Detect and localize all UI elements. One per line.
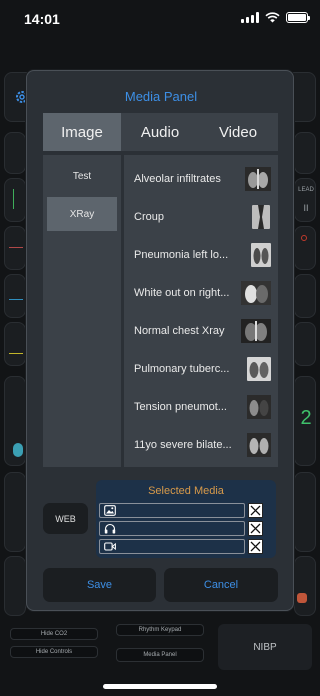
list-item[interactable]: Pulmonary tuberc... <box>124 350 278 388</box>
bg-tile <box>294 322 316 366</box>
close-icon <box>250 523 261 534</box>
list-item[interactable]: White out on right... <box>124 274 278 312</box>
clear-image-button[interactable] <box>248 503 263 518</box>
selected-video-field[interactable] <box>99 539 245 554</box>
close-icon <box>250 541 261 552</box>
home-indicator <box>103 684 217 689</box>
headphones-icon <box>104 523 116 534</box>
bg-tile <box>294 132 316 174</box>
clear-video-button[interactable] <box>248 539 263 554</box>
bg-value: 2 <box>300 407 312 429</box>
bg-tile <box>4 322 26 366</box>
category-list: Test XRay <box>43 155 121 467</box>
rhythm-keypad-button[interactable]: Rhythm Keypad <box>116 624 204 636</box>
chest-xray-thumbnail <box>247 433 271 457</box>
chest-xray-thumbnail <box>241 319 271 343</box>
selected-media-box: Selected Media <box>96 480 276 558</box>
wifi-icon <box>265 12 280 23</box>
list-item[interactable]: Croup <box>124 198 278 236</box>
cancel-button[interactable]: Cancel <box>164 568 278 602</box>
media-item-list: Alveolar infiltrates Croup Pneumonia lef… <box>124 155 278 467</box>
category-xray[interactable]: XRay <box>47 197 117 231</box>
status-bar: 14:01 <box>0 0 320 40</box>
item-label: 11yo severe bilate... <box>134 439 232 451</box>
neck-xray-thumbnail <box>252 205 270 229</box>
bg-tile <box>4 556 26 616</box>
bg-value-tile: 2 <box>294 376 316 466</box>
status-time: 14:01 <box>24 11 60 27</box>
nibp-button[interactable]: NIBP <box>218 624 312 670</box>
chest-xray-thumbnail <box>247 357 271 381</box>
tab-audio[interactable]: Audio <box>121 113 199 151</box>
list-item[interactable]: 11yo severe bilate... <box>124 426 278 464</box>
bg-lead-value: II <box>303 203 309 213</box>
item-label: White out on right... <box>134 287 230 299</box>
list-item[interactable]: Normal chest Xray <box>124 312 278 350</box>
item-label: Pulmonary tuberc... <box>134 363 230 375</box>
tab-video[interactable]: Video <box>199 113 277 151</box>
item-label: Pneumonia left lo... <box>134 249 229 261</box>
item-label: Croup <box>134 211 164 223</box>
signal-icon <box>241 12 259 23</box>
media-panel-button[interactable]: Media Panel <box>116 648 204 662</box>
bg-lead-label: LEAD <box>298 187 314 193</box>
media-type-tabs: Image Audio Video <box>43 113 278 151</box>
bg-lead-tile: LEAD II <box>294 178 316 222</box>
bg-tile <box>294 556 316 616</box>
item-label: Tension pneumot... <box>134 401 227 413</box>
clear-audio-button[interactable] <box>248 521 263 536</box>
chest-xray-thumbnail <box>251 243 271 267</box>
category-test[interactable]: Test <box>47 159 117 193</box>
web-button[interactable]: WEB <box>43 503 88 534</box>
media-panel-dialog: Media Panel Image Audio Video Test XRay … <box>26 70 294 611</box>
selected-audio-field[interactable] <box>99 521 245 536</box>
close-icon <box>250 505 261 516</box>
bg-tile <box>294 472 316 552</box>
bg-tile <box>294 226 316 270</box>
chest-xray-thumbnail <box>241 281 271 305</box>
item-label: Normal chest Xray <box>134 325 225 337</box>
image-icon <box>104 505 116 516</box>
status-icons <box>241 12 310 23</box>
chest-xray-thumbnail <box>247 395 271 419</box>
bg-tile <box>4 274 26 318</box>
selected-media-title: Selected Media <box>148 485 224 497</box>
hide-co2-button[interactable]: Hide CO2 <box>10 628 98 640</box>
bg-ecg-tile <box>4 178 26 222</box>
video-camera-icon <box>104 542 116 551</box>
selected-image-field[interactable] <box>99 503 245 518</box>
bg-tile <box>4 132 26 174</box>
dialog-title: Media Panel <box>124 89 198 104</box>
list-item[interactable]: Pneumonia left lo... <box>124 236 278 274</box>
item-label: Alveolar infiltrates <box>134 173 221 185</box>
bg-tile <box>4 226 26 270</box>
list-item[interactable]: Tension pneumot... <box>124 388 278 426</box>
battery-icon <box>286 12 310 23</box>
bg-tile <box>4 472 26 552</box>
tab-image[interactable]: Image <box>43 113 121 151</box>
hide-controls-button[interactable]: Hide Controls <box>10 646 98 658</box>
list-item[interactable]: Alveolar infiltrates <box>124 160 278 198</box>
bg-tile <box>294 274 316 318</box>
save-button[interactable]: Save <box>43 568 156 602</box>
bg-tile <box>4 376 26 466</box>
chest-xray-thumbnail <box>245 167 271 191</box>
